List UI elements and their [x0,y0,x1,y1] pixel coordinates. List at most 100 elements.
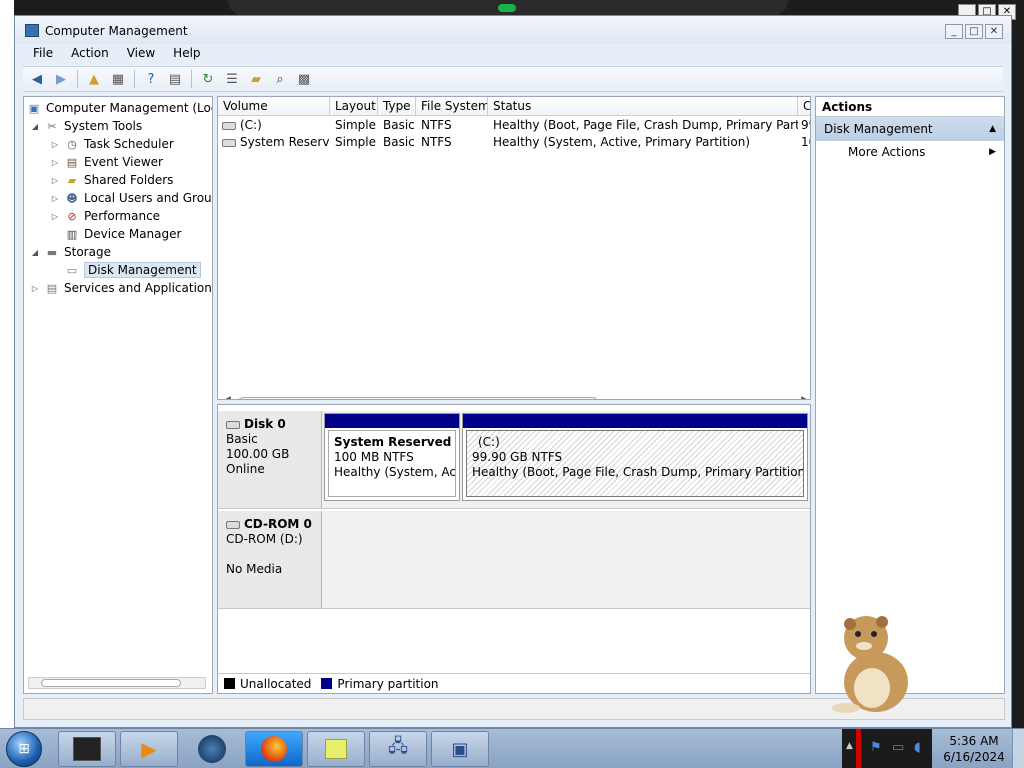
taskbar-app-firefox[interactable] [245,731,303,767]
file-system-cell: NTFS [421,135,452,149]
close-button[interactable]: ✕ [985,24,1003,39]
disk-icon: ▭ [66,263,78,277]
menu-action[interactable]: Action [63,44,117,64]
file-system-cell: NTFS [421,118,452,132]
help-icon[interactable]: ? [141,69,161,89]
partition-status: Healthy (System, Active [334,465,456,479]
tree-item-device-manager[interactable]: ▥ Device Manager [50,225,182,243]
partition-c-drive[interactable]: (C:) 99.90 GB NTFS Healthy (Boot, Page F… [462,413,808,501]
show-hide-tree-icon[interactable]: ▦ [108,69,128,89]
disk-size: 100.00 GB [226,447,290,461]
desktop-edge [0,0,14,728]
expand-arrow-icon[interactable]: ▷ [50,176,60,185]
scrollbar-thumb[interactable] [238,397,598,399]
cube-icon [73,737,101,761]
cdrom-0-label[interactable]: CD-ROM 0 CD-ROM (D:) No Media [218,511,322,608]
clock-time: 5:36 AM [949,734,999,748]
column-header-status[interactable]: Status [488,97,798,116]
taskbar-app-globe[interactable] [183,731,241,767]
legend-unallocated: Unallocated [240,676,312,691]
network-icon[interactable]: ▭ [892,740,904,755]
taskbar-app-media-player[interactable]: ▶ [120,731,178,767]
remote-session-bar[interactable] [228,0,788,16]
taskbar-app-cube[interactable] [58,731,116,767]
show-hidden-icons-icon[interactable]: ▲ [846,741,853,751]
search-icon[interactable]: ⌕ [270,69,290,89]
tree-item-performance[interactable]: ▷ ⊘ Performance [50,207,160,225]
taskbar-app-network[interactable]: 🖧 [369,731,427,767]
forward-arrow-icon[interactable]: ▶ [51,69,71,89]
menu-help[interactable]: Help [165,44,208,64]
menu-file[interactable]: File [25,44,61,64]
minimize-button[interactable]: _ [945,24,963,39]
hamster-mascot-icon[interactable] [826,610,916,714]
layout-cell: Simple [335,118,376,132]
taskbar-clock[interactable]: 5:36 AM 6/16/2024 [938,733,1010,765]
tree-item-root[interactable]: ▣ Computer Management (Local [26,99,212,117]
storage-icon: ▬ [46,245,58,259]
column-header-volume[interactable]: Volume [218,97,330,116]
column-header-type[interactable]: Type [378,97,416,116]
tree-item-event-viewer[interactable]: ▷ ▤ Event Viewer [50,153,163,171]
start-button[interactable]: ⊞ [6,731,42,767]
expand-arrow-icon[interactable]: ▷ [50,158,60,167]
toolbar-separator [191,70,192,88]
users-icon: ☻ [66,191,78,205]
tree-item-storage[interactable]: ◢ ▬ Storage [30,243,111,261]
navigation-tree: ▣ Computer Management (Local ◢ ✂ System Too… [23,96,213,694]
collapse-up-icon[interactable]: ▲ [989,117,996,141]
clock-icon: ◷ [67,137,77,151]
capacity-cell: 10 [801,135,810,149]
tree-item-local-users[interactable]: ▷ ☻ Local Users and Groups [50,189,212,207]
collapse-arrow-icon[interactable]: ◢ [30,248,40,257]
volume-horizontal-scrollbar[interactable]: ◀ ▶ [224,395,808,399]
partition-size: 100 MB NTFS [334,450,414,464]
expand-arrow-icon[interactable]: ▷ [50,212,60,221]
volume-icon [222,121,236,130]
up-folder-icon[interactable]: ▲ [84,69,104,89]
volume-list: Volume Layout Type File System Status C … [217,96,811,400]
column-header-capacity[interactable]: C [798,97,810,116]
scrollbar-thumb[interactable] [41,679,181,687]
scroll-left-arrow-icon[interactable]: ◀ [224,395,231,399]
tree-horizontal-scrollbar[interactable] [28,677,206,689]
column-header-file-system[interactable]: File System [416,97,488,116]
tree-item-system-tools[interactable]: ◢ ✂ System Tools [30,117,142,135]
type-cell: Basic [383,118,415,132]
expand-arrow-icon[interactable]: ▷ [30,284,40,293]
system-tray: ▲ ⚑ ▭ ◖ [842,729,932,768]
actions-section-disk-management[interactable]: Disk Management ▲ [816,117,1004,141]
more-actions-item[interactable]: More Actions ▶ [816,141,1004,163]
settings-icon[interactable]: ▩ [294,69,314,89]
submenu-arrow-icon: ▶ [989,147,996,157]
maximize-button[interactable]: □ [965,24,983,39]
properties-icon[interactable]: ☰ [222,69,242,89]
collapse-arrow-icon[interactable]: ◢ [30,122,40,131]
tree-item-shared-folders[interactable]: ▷ ▰ Shared Folders [50,171,173,189]
media-player-icon: ▶ [141,737,157,761]
show-hide-action-pane-icon[interactable]: ▤ [165,69,185,89]
layout-cell: Simple [335,135,376,149]
tree-item-task-scheduler[interactable]: ▷ ◷ Task Scheduler [50,135,174,153]
expand-arrow-icon[interactable]: ▷ [50,140,60,149]
action-center-icon[interactable]: ⚑ [870,740,882,755]
menu-view[interactable]: View [119,44,163,64]
taskbar-app-computer-management[interactable]: ▣ [431,731,489,767]
volume-cell: System Reserved [222,134,330,151]
column-header-layout[interactable]: Layout [330,97,378,116]
partition-system-reserved[interactable]: System Reserved 100 MB NTFS Healthy (Sys… [324,413,460,501]
tree-item-disk-management[interactable]: ▭ Disk Management [50,261,201,279]
tree-item-services[interactable]: ▷ ▤ Services and Applications [30,279,212,297]
volume-icon[interactable]: ◖ [914,740,921,755]
open-folder-icon[interactable]: ▰ [246,69,266,89]
refresh-icon[interactable]: ↻ [198,69,218,89]
show-desktop-button[interactable] [1012,729,1024,768]
title-bar[interactable]: Computer Management _ □ ✕ [15,16,1011,44]
taskbar-app-notes[interactable] [307,731,365,767]
scroll-right-arrow-icon[interactable]: ▶ [801,395,808,399]
table-row[interactable]: (C:) Simple Basic NTFS Healthy (Boot, Pa… [218,117,810,134]
table-row[interactable]: System Reserved Simple Basic NTFS Health… [218,134,810,151]
expand-arrow-icon[interactable]: ▷ [50,194,60,203]
disk-0-label[interactable]: Disk 0 Basic 100.00 GB Online [218,411,322,508]
back-arrow-icon[interactable]: ◀ [27,69,47,89]
